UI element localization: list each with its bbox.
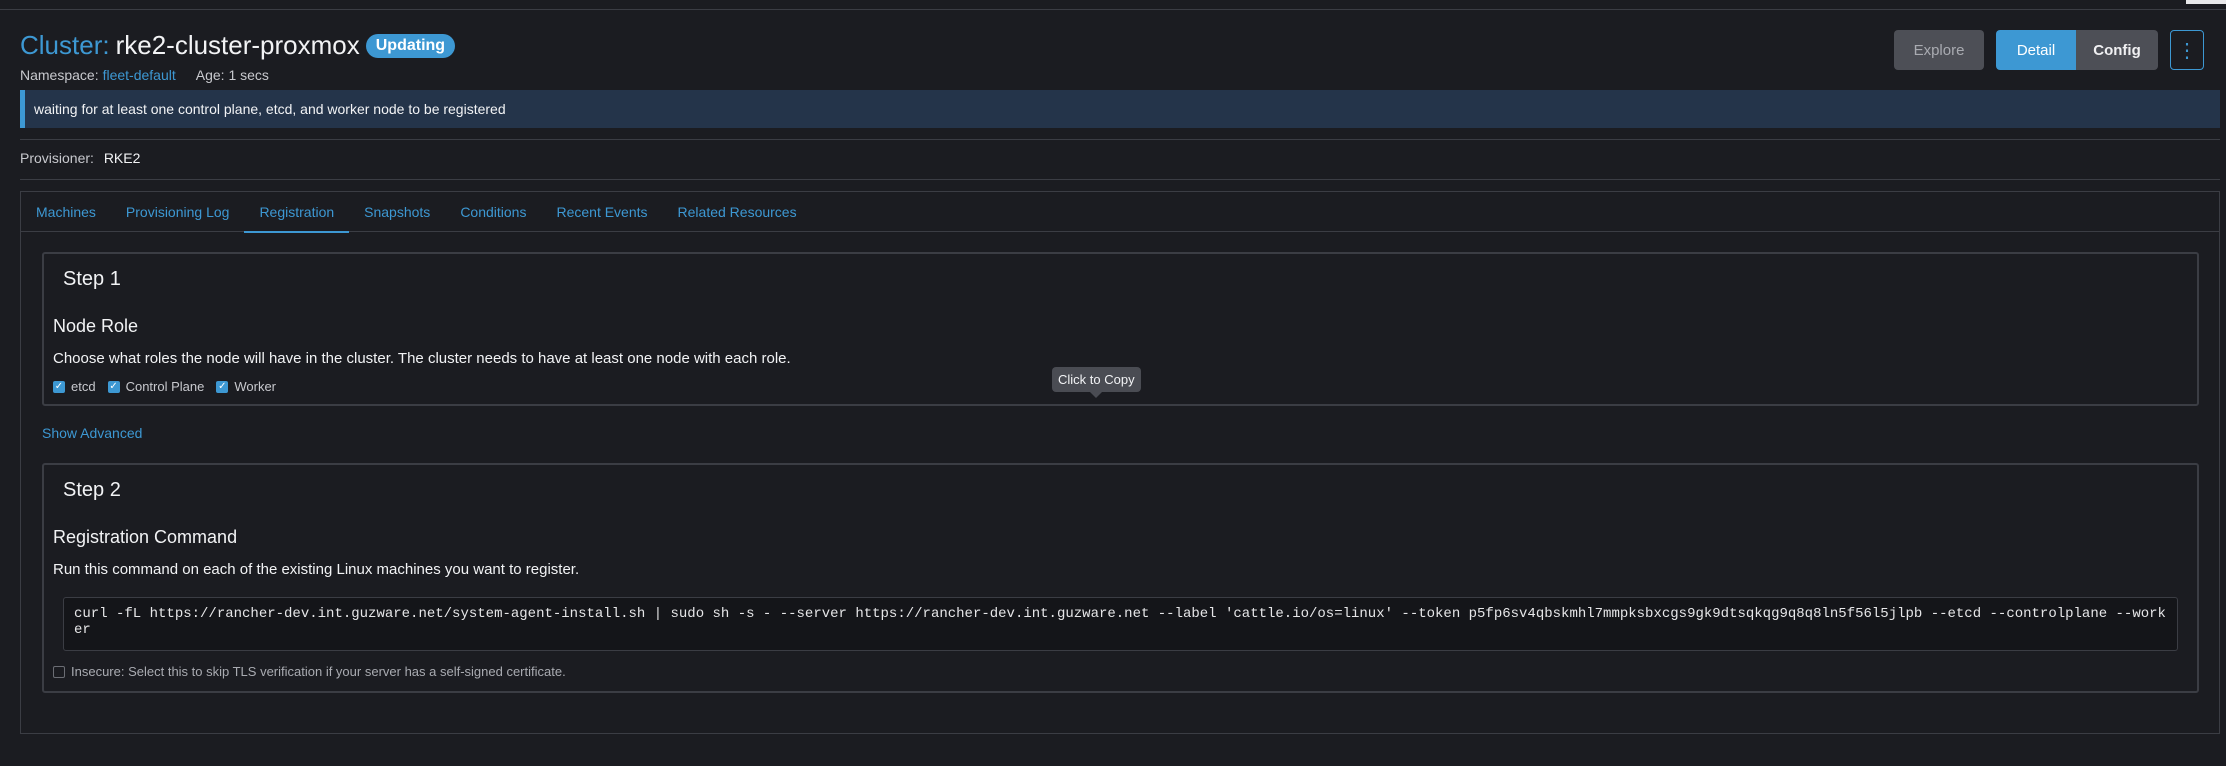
role-checkboxes: ✓ etcd ✓ Control Plane ✓ Worker — [53, 379, 288, 394]
header-actions: Explore Detail Config ⋮ — [1894, 30, 2204, 70]
status-banner: waiting for at least one control plane, … — [20, 90, 2220, 128]
checkbox-checked-icon[interactable]: ✓ — [216, 380, 229, 393]
title-prefix: Cluster: — [20, 30, 110, 60]
step1-title: Step 1 — [63, 268, 121, 290]
tab-related-resources[interactable]: Related Resources — [663, 192, 812, 232]
divider — [20, 139, 2220, 140]
insecure-checkbox-row[interactable]: Insecure: Select this to skip TLS verifi… — [53, 664, 566, 679]
page-header: Cluster: rke2-cluster-proxmox Updating N… — [20, 30, 456, 83]
provisioner-value: RKE2 — [103, 150, 141, 166]
tab-recent-events[interactable]: Recent Events — [541, 192, 662, 232]
top-corner-indicator — [2186, 0, 2226, 4]
provisioner-row: Provisioner: RKE2 — [20, 150, 140, 166]
banner-message: waiting for at least one control plane, … — [34, 101, 506, 117]
node-role-heading: Node Role — [53, 316, 139, 336]
kebab-menu-icon: ⋮ — [2177, 39, 2197, 62]
age-label: Age: 1 secs — [195, 67, 269, 83]
role-control-plane[interactable]: ✓ Control Plane — [107, 379, 205, 394]
role-etcd[interactable]: ✓ etcd — [53, 379, 96, 394]
tab-bar: Machines Provisioning Log Registration S… — [21, 192, 2219, 233]
registration-command-heading: Registration Command — [53, 527, 238, 547]
show-advanced-link[interactable]: Show Advanced — [42, 425, 142, 441]
provisioner-label: Provisioner: — [20, 150, 94, 166]
registration-command-copy-box[interactable]: curl -fL https://rancher-dev.int.guzware… — [63, 597, 2178, 651]
namespace-label: Namespace: — [20, 67, 99, 83]
copy-tooltip: Click to Copy — [1052, 367, 1141, 398]
more-actions-button[interactable]: ⋮ — [2170, 30, 2204, 70]
node-role-description: Choose what roles the node will have in … — [53, 350, 791, 367]
meta-row: Namespace: fleet-default Age: 1 secs — [20, 67, 455, 83]
registration-command-description: Run this command on each of the existing… — [53, 561, 580, 578]
checkbox-checked-icon[interactable]: ✓ — [107, 380, 120, 393]
tab-conditions[interactable]: Conditions — [445, 192, 541, 232]
checkbox-unchecked-icon[interactable] — [53, 665, 65, 678]
config-button[interactable]: Config — [2076, 30, 2158, 70]
role-worker[interactable]: ✓ Worker — [216, 379, 276, 394]
explore-button[interactable]: Explore — [1894, 30, 1984, 70]
step2-title: Step 2 — [63, 479, 121, 501]
role-label: Control Plane — [125, 379, 205, 394]
step2-box: Step 2 Registration Command Run this com… — [42, 463, 2199, 693]
checkbox-checked-icon[interactable]: ✓ — [53, 380, 65, 393]
tab-machines[interactable]: Machines — [21, 192, 111, 232]
insecure-label: Insecure: Select this to skip TLS verifi… — [71, 664, 566, 679]
namespace-link[interactable]: fleet-default — [103, 67, 176, 83]
tabbed-panel: Machines Provisioning Log Registration S… — [20, 191, 2220, 734]
top-strip — [0, 0, 2226, 10]
status-badge: Updating — [365, 33, 456, 58]
role-label: etcd — [71, 379, 96, 394]
page-title: rke2-cluster-proxmox — [115, 30, 360, 60]
tab-provisioning-log[interactable]: Provisioning Log — [111, 192, 245, 232]
role-label: Worker — [234, 379, 277, 394]
tab-registration[interactable]: Registration — [244, 192, 349, 233]
detail-button[interactable]: Detail — [1996, 30, 2076, 70]
divider — [20, 179, 2220, 180]
title-row: Cluster: rke2-cluster-proxmox Updating — [20, 30, 456, 61]
tab-snapshots[interactable]: Snapshots — [349, 192, 445, 232]
